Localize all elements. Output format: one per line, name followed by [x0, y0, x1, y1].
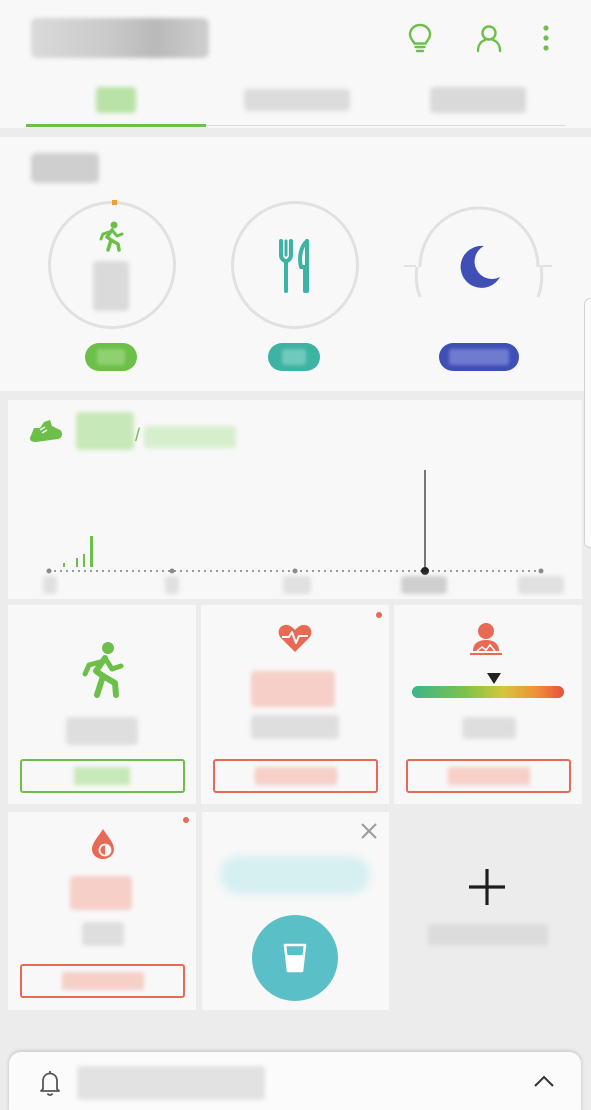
step-count — [76, 412, 134, 450]
chart-axis-label — [283, 576, 311, 594]
heart-rate-button[interactable] — [213, 759, 378, 793]
heart-rate-tile[interactable] — [201, 605, 389, 804]
moon-icon — [456, 243, 502, 294]
notification-dot — [183, 817, 189, 823]
stress-level-marker — [487, 673, 501, 684]
blood-oxygen-button-label — [62, 972, 144, 990]
fork-knife-icon — [279, 239, 311, 298]
lightbulb-icon[interactable] — [404, 20, 436, 56]
food-button[interactable] — [268, 343, 320, 371]
chart-axis-label — [518, 576, 564, 594]
water-cup-icon — [283, 943, 307, 978]
heart-rate-label — [251, 715, 339, 739]
step-bar — [83, 554, 85, 567]
stress-tile[interactable] — [394, 605, 582, 804]
tab-label — [96, 87, 136, 113]
daily-summary-card[interactable] — [0, 137, 591, 391]
step-bar — [90, 536, 93, 567]
stress-label — [462, 717, 516, 739]
app-title — [31, 18, 209, 58]
notification-dot — [376, 612, 382, 618]
tab-home[interactable] — [26, 76, 206, 128]
app-header — [0, 0, 591, 128]
blood-drop-icon — [90, 828, 116, 865]
notification-bar[interactable] — [9, 1052, 581, 1110]
activity-value — [93, 261, 129, 311]
water-label — [220, 856, 370, 894]
stress-gauge — [412, 686, 564, 698]
chart-axis-label — [165, 576, 179, 594]
blood-oxygen-value — [70, 876, 132, 910]
step-bar — [63, 563, 65, 567]
running-icon — [78, 641, 124, 704]
sleep-button-label — [449, 349, 509, 365]
steps-card[interactable]: / — [8, 400, 582, 599]
profile-icon[interactable] — [473, 20, 505, 56]
shoe-icon — [28, 418, 64, 451]
exercise-button[interactable] — [20, 759, 185, 793]
step-bar — [76, 558, 78, 567]
step-separator: / — [135, 425, 141, 445]
heart-rate-value — [251, 671, 335, 707]
chart-axis-label — [401, 576, 447, 594]
ring-progress-marker — [112, 200, 117, 205]
blood-oxygen-label — [82, 922, 124, 946]
add-tile[interactable] — [394, 812, 582, 1010]
close-icon[interactable] — [360, 822, 378, 845]
tab-together[interactable] — [206, 76, 386, 128]
summary-title — [31, 153, 99, 183]
tab-label — [430, 87, 526, 113]
stress-icon — [470, 621, 502, 660]
heart-rate-button-label — [255, 767, 337, 785]
water-tile[interactable] — [202, 812, 389, 1010]
exercise-label — [66, 717, 138, 745]
stress-button-label — [448, 767, 530, 785]
add-water-button[interactable] — [252, 915, 338, 1001]
blood-oxygen-button[interactable] — [20, 964, 185, 998]
stress-button[interactable] — [406, 759, 571, 793]
more-vert-icon[interactable] — [530, 20, 562, 56]
exercise-tile[interactable] — [8, 605, 196, 804]
activity-button-label — [97, 349, 125, 365]
activity-button[interactable] — [85, 343, 137, 371]
tab-divider — [206, 125, 566, 126]
bell-icon — [39, 1070, 61, 1101]
chevron-up-icon[interactable] — [533, 1074, 555, 1093]
heart-rate-icon — [278, 623, 312, 658]
running-icon — [97, 220, 125, 257]
sleep-tick-left — [404, 265, 416, 267]
food-button-label — [282, 349, 306, 365]
exercise-button-label — [74, 767, 130, 785]
tab-label — [244, 89, 350, 111]
plus-icon — [468, 868, 506, 911]
tab-discover[interactable] — [386, 76, 566, 128]
blood-oxygen-tile[interactable] — [8, 812, 196, 1010]
sleep-button[interactable] — [439, 343, 519, 371]
tab-indicator — [26, 124, 206, 127]
edge-panel-handle[interactable] — [584, 298, 591, 548]
step-goal — [144, 426, 236, 448]
sleep-tick-right — [540, 265, 552, 267]
chart-axis-label — [43, 576, 57, 594]
tab-bar — [0, 76, 591, 128]
notification-text — [77, 1066, 265, 1100]
add-tile-label — [428, 924, 548, 946]
